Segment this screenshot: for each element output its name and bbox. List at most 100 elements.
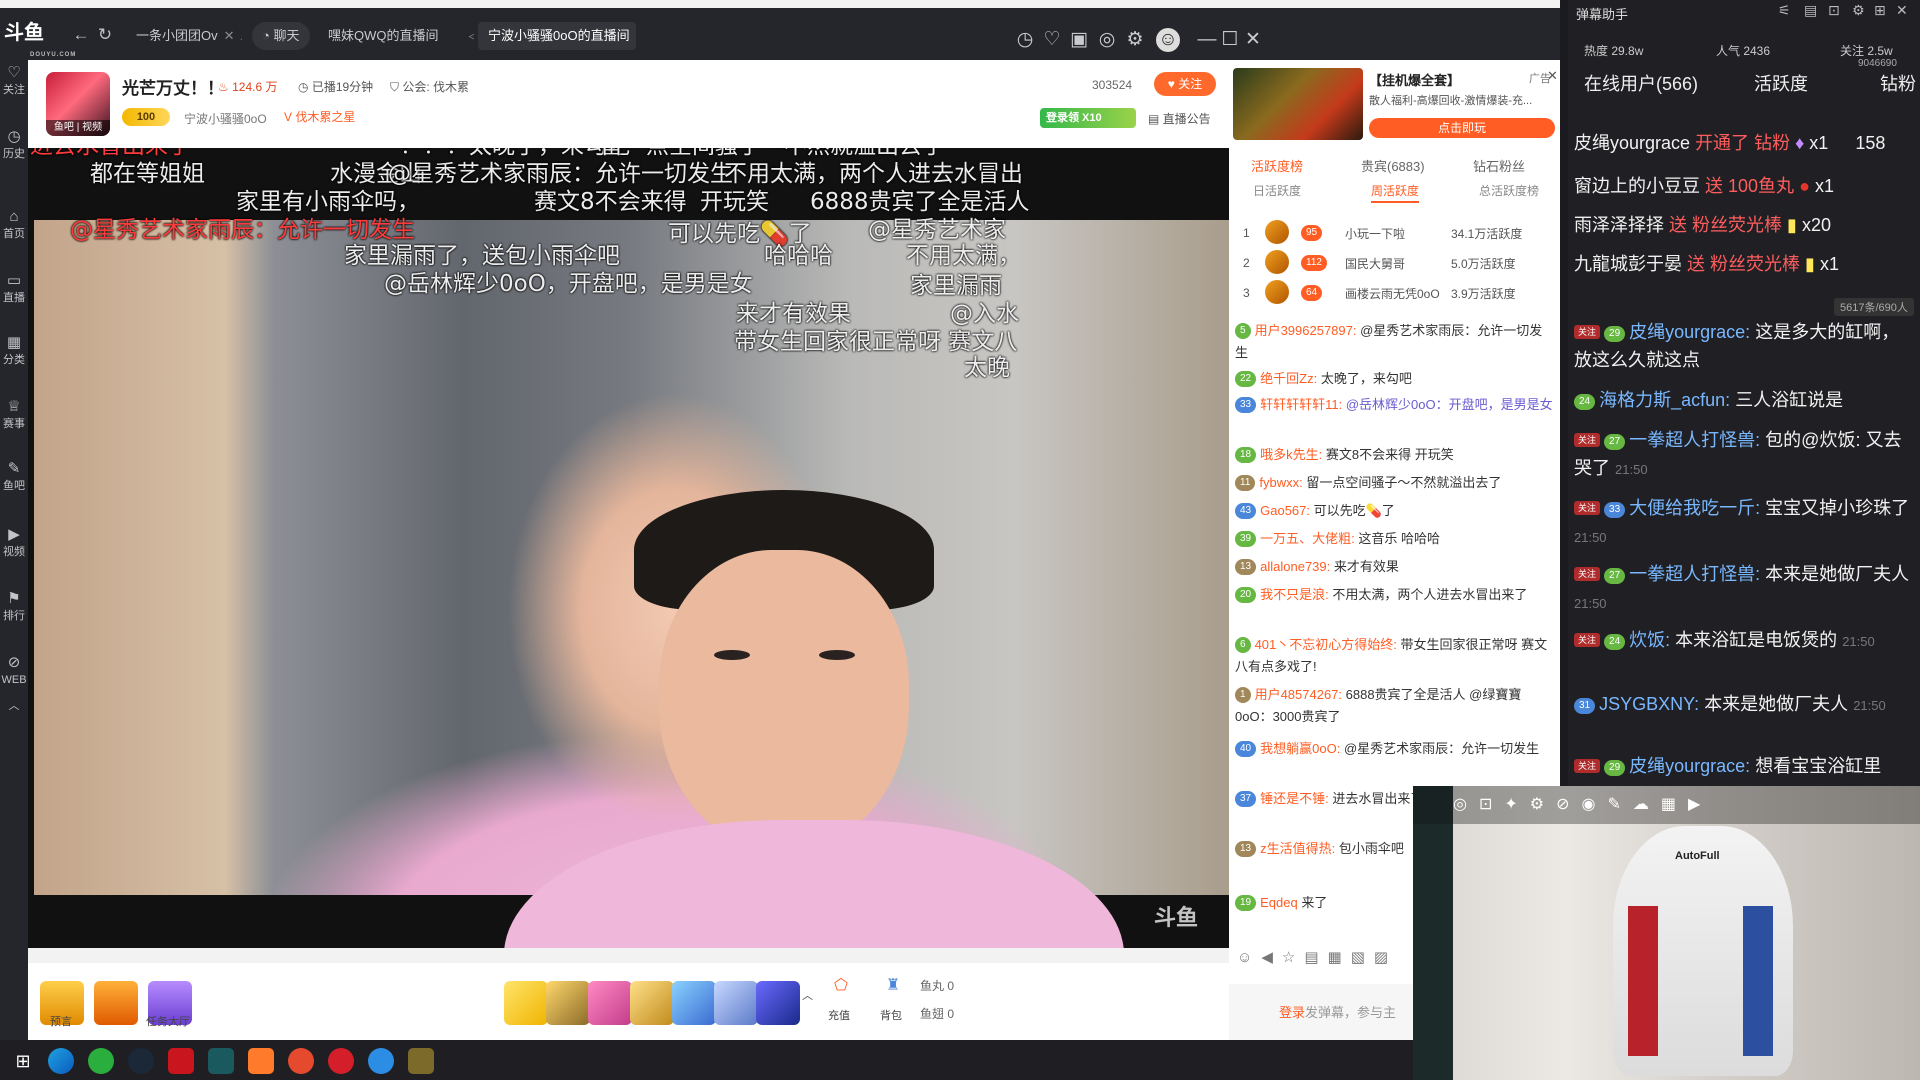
- gift-item[interactable]: [588, 981, 632, 1025]
- recharge-icon[interactable]: ⬠: [834, 975, 848, 995]
- tab-diamond-fans[interactable]: 钻粉: [1880, 70, 1916, 96]
- avatar-tag[interactable]: 鱼吧 | 视频: [46, 120, 110, 136]
- grid-icon[interactable]: ▦: [1661, 796, 1688, 813]
- rail-fishbar[interactable]: ✎ 鱼吧: [0, 460, 28, 492]
- tab-activity[interactable]: 活跃度: [1754, 70, 1808, 96]
- gift-item[interactable]: [672, 981, 716, 1025]
- chat-username[interactable]: 哦多k先生:: [1260, 447, 1322, 462]
- chat-message[interactable]: 11 fybwxx: 留一点空间骚子～不然就溢出去了: [1235, 472, 1555, 494]
- fan-club-badge[interactable]: V 伐木累之星: [284, 108, 355, 125]
- tab-user-search[interactable]: 一条小团团Ov ✕ ⌕: [126, 22, 242, 50]
- user-avatar[interactable]: ☺: [1156, 28, 1180, 52]
- star-icon[interactable]: ☆: [1282, 949, 1304, 966]
- camera-icon[interactable]: ◉: [1582, 796, 1608, 813]
- tab-daily[interactable]: 日活跃度: [1253, 182, 1301, 199]
- edge-icon[interactable]: [48, 1048, 74, 1074]
- close-icon[interactable]: ✕: [224, 28, 235, 43]
- chat-username[interactable]: 绝千回Zz:: [1260, 371, 1317, 386]
- chevron-up-icon[interactable]: ︿: [0, 700, 28, 712]
- chat-username[interactable]: 我不只是浪:: [1260, 587, 1329, 602]
- ad-close-icon[interactable]: ✕: [1547, 68, 1558, 84]
- rail-history[interactable]: ◷ 历史: [0, 128, 28, 160]
- speaker-icon[interactable]: ◀: [1261, 949, 1282, 966]
- wps-icon[interactable]: [168, 1048, 194, 1074]
- chat-message[interactable]: 1 用户48574267: 6888贵宾了全是活人 @绿寶寶0oO：3000贵宾了: [1235, 684, 1555, 728]
- rail-events[interactable]: ♕ 赛事: [0, 398, 28, 430]
- chat-message[interactable]: 43 Gao567: 可以先吃💊了: [1235, 500, 1555, 522]
- tab-diamond-fans[interactable]: 钻石粉丝: [1473, 156, 1525, 175]
- chat-username[interactable]: 用户3996257897:: [1255, 323, 1357, 338]
- gift-item[interactable]: [630, 981, 674, 1025]
- tab-activity-rank[interactable]: 活跃度榜: [1251, 156, 1303, 175]
- pin-icon[interactable]: ⊞: [1874, 2, 1886, 19]
- tab-chat[interactable]: ◔ 聊天: [252, 22, 310, 50]
- streamer-name[interactable]: 宁波小骚骚0oO: [184, 110, 267, 127]
- rail-category[interactable]: ▦ 分类: [0, 334, 28, 366]
- rank-row[interactable]: 3 64 画楼云雨无凭0oO 3.9万活跃度: [1229, 278, 1560, 308]
- gift-item[interactable]: [756, 981, 800, 1025]
- follow-button[interactable]: ♥ 关注: [1154, 72, 1216, 96]
- video-player[interactable]: 斗鱼 进去水冒出来了 ？？？太晚了，来勾吧 留一点空间骚子～不然就溢出去了 都在…: [28, 148, 1229, 948]
- ad-banner[interactable]: 【挂机爆全套】 散人福利-高爆回收-激情爆装-充... 点击即玩 广告 ✕: [1229, 60, 1560, 148]
- filter-icon[interactable]: ⚟: [1778, 2, 1791, 19]
- guild-info[interactable]: ⛉ 公会: 伐木累: [390, 78, 469, 95]
- douyu-logo[interactable]: 斗鱼 DOUYU.COM: [4, 18, 75, 58]
- douyu-taskbar-icon[interactable]: [248, 1048, 274, 1074]
- chat-message[interactable]: 5 用户3996257897: @星秀艺术家雨辰：允许一切发生: [1235, 320, 1555, 364]
- netease-music-icon[interactable]: [328, 1048, 354, 1074]
- ad-title[interactable]: 【挂机爆全套】: [1369, 70, 1460, 89]
- chat-message[interactable]: 33 轩轩轩轩轩11: @岳林辉少0oO：开盘吧，是男是女: [1235, 394, 1555, 416]
- rail-live[interactable]: ▭ 直播: [0, 272, 28, 304]
- lock-icon[interactable]: ⊡: [1828, 2, 1840, 19]
- login-gift-badge[interactable]: 登录领 X10: [1040, 108, 1136, 128]
- crop-icon[interactable]: ⊡: [1479, 796, 1504, 813]
- chat-username[interactable]: 我想躺赢0oO:: [1260, 741, 1340, 756]
- app-icon[interactable]: [288, 1048, 314, 1074]
- app-icon[interactable]: [368, 1048, 394, 1074]
- emoji-icon[interactable]: ☺: [1237, 949, 1261, 966]
- chat-username[interactable]: 401丶不忘初心方得始终:: [1255, 637, 1397, 652]
- close-icon[interactable]: ✕: [1896, 2, 1908, 19]
- cloud-icon[interactable]: ☁: [1633, 796, 1661, 813]
- chat-username[interactable]: allalone739:: [1260, 559, 1330, 574]
- message-icon[interactable]: ◎: [1095, 28, 1119, 52]
- start-icon[interactable]: ⊞: [10, 1048, 36, 1074]
- lucky-bag-icon[interactable]: [94, 981, 138, 1025]
- rail-follow[interactable]: ♡ 关注: [0, 64, 28, 96]
- chat-username[interactable]: 用户48574267:: [1255, 687, 1342, 702]
- minimize-icon[interactable]: —: [1195, 28, 1219, 52]
- rail-home[interactable]: ⌂ 首页: [0, 208, 28, 240]
- chat-username[interactable]: fybwxx:: [1259, 475, 1302, 490]
- settings-icon[interactable]: ⚙: [1123, 28, 1147, 52]
- tab-total[interactable]: 总活跃度榜: [1479, 182, 1539, 199]
- steam-icon[interactable]: [128, 1048, 154, 1074]
- search-icon[interactable]: ⌕: [241, 28, 242, 43]
- app-icon[interactable]: [408, 1048, 434, 1074]
- tool-icon[interactable]: ✎: [1608, 796, 1633, 813]
- tool-icon[interactable]: ▤: [1304, 949, 1327, 966]
- backpack-icon[interactable]: ♜: [886, 975, 900, 995]
- calendar-icon[interactable]: ▣: [1067, 28, 1091, 52]
- chat-message[interactable]: 20 我不只是浪: 不用太满，两个人进去水冒出来了: [1235, 584, 1555, 606]
- tool-icon[interactable]: ▧: [1351, 949, 1374, 966]
- next-icon[interactable]: ▶: [1688, 796, 1712, 813]
- tab-current-stream[interactable]: 宁波小骚骚0oO的直播间◁✕: [478, 22, 636, 50]
- rank-row[interactable]: 2 112 国民大舅哥 5.0万活跃度: [1229, 248, 1560, 278]
- gift-item[interactable]: [504, 981, 548, 1025]
- rank-row[interactable]: 1 95 小玩一下啦 34.1万活跃度: [1229, 218, 1560, 248]
- chat-message[interactable]: 22 绝千回Zz: 太晚了，来勾吧: [1235, 368, 1555, 390]
- chat-message[interactable]: 39 一万五、大佬粗: 这音乐 哈哈哈: [1235, 528, 1555, 550]
- refresh-icon[interactable]: ↻: [94, 24, 116, 46]
- rail-video[interactable]: ▶ 视频: [0, 526, 28, 558]
- chat-message[interactable]: 18 哦多k先生: 赛文8不会来得 开玩笑: [1235, 444, 1555, 466]
- list-icon[interactable]: ▤: [1804, 2, 1817, 19]
- mute-icon[interactable]: ⊘: [1556, 796, 1581, 813]
- camera-icon[interactable]: ◎: [1453, 796, 1479, 813]
- login-link[interactable]: 登录: [1279, 1005, 1305, 1020]
- backpack-label[interactable]: 背包: [880, 1007, 902, 1023]
- tab-online-users[interactable]: 在线用户(566): [1584, 70, 1698, 96]
- chat-username[interactable]: 锤还是不锤:: [1260, 791, 1329, 806]
- chat-username[interactable]: Eqdeq: [1260, 895, 1298, 910]
- settings-icon[interactable]: ⚙: [1852, 2, 1865, 19]
- mute-icon[interactable]: ◁: [469, 28, 475, 43]
